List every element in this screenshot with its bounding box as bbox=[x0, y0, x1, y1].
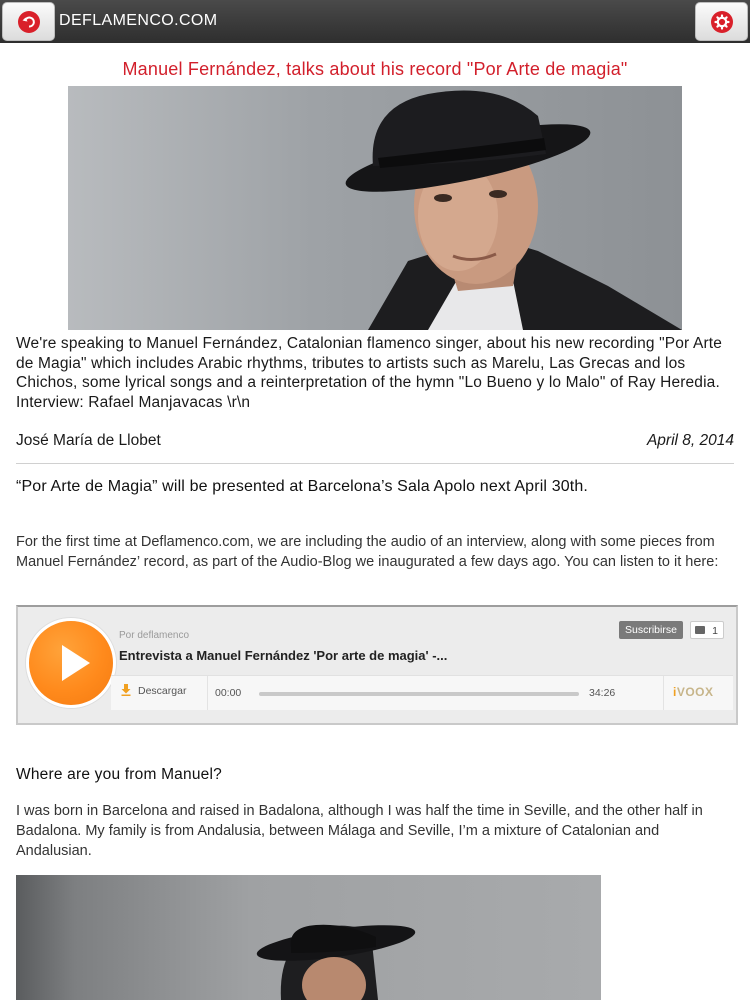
article-lead: “Por Arte de Magia” will be presented at… bbox=[16, 478, 589, 495]
progress-track[interactable] bbox=[259, 692, 579, 696]
interview-credit: Interview: Rafael Manjavacas \r\n bbox=[16, 393, 251, 411]
like-button[interactable]: 1 bbox=[690, 621, 724, 639]
gear-icon bbox=[710, 10, 733, 33]
play-icon bbox=[62, 645, 90, 681]
article-paragraph: For the first time at Deflamenco.com, we… bbox=[16, 534, 719, 570]
interview-answer: I was born in Barcelona and raised in Ba… bbox=[16, 803, 703, 859]
play-button[interactable] bbox=[26, 618, 116, 708]
thumbs-up-icon bbox=[695, 626, 705, 634]
player-controls: Descargar 00:00 34:26 iVOOX bbox=[111, 675, 733, 710]
intro-text: We're speaking to Manuel Fernández, Cata… bbox=[16, 335, 722, 391]
settings-button[interactable] bbox=[695, 2, 748, 41]
time-total: 34:26 bbox=[589, 687, 616, 699]
time-elapsed: 00:00 bbox=[215, 687, 242, 699]
back-arrow-icon bbox=[17, 10, 40, 33]
top-bar: DEFLAMENCO.COM bbox=[0, 0, 750, 43]
separator bbox=[663, 676, 664, 710]
author-name: José María de Llobet bbox=[16, 432, 161, 449]
player-title[interactable]: Entrevista a Manuel Fernández 'Por arte … bbox=[119, 648, 447, 663]
download-icon[interactable] bbox=[121, 684, 131, 696]
interview-question: Where are you from Manuel? bbox=[16, 766, 222, 783]
ivoox-logo[interactable]: iVOOX bbox=[673, 685, 714, 699]
article-headline: Manuel Fernández, talks about his record… bbox=[122, 59, 628, 79]
download-link[interactable]: Descargar bbox=[138, 685, 186, 697]
subscribe-button[interactable]: Suscribirse bbox=[619, 621, 683, 639]
separator bbox=[207, 676, 208, 710]
byline: José María de Llobet April 8, 2014 bbox=[16, 432, 734, 450]
publish-date: April 8, 2014 bbox=[646, 432, 734, 449]
article-photo bbox=[16, 875, 601, 1000]
hero-photo bbox=[68, 86, 682, 330]
audio-player: Por deflamenco Entrevista a Manuel Ferná… bbox=[16, 605, 738, 725]
player-channel[interactable]: Por deflamenco bbox=[119, 630, 189, 641]
article-intro: We're speaking to Manuel Fernández, Cata… bbox=[16, 334, 738, 412]
like-count: 1 bbox=[712, 625, 718, 637]
back-button[interactable] bbox=[2, 2, 55, 41]
divider bbox=[16, 463, 734, 464]
site-name: DEFLAMENCO.COM bbox=[59, 12, 218, 29]
